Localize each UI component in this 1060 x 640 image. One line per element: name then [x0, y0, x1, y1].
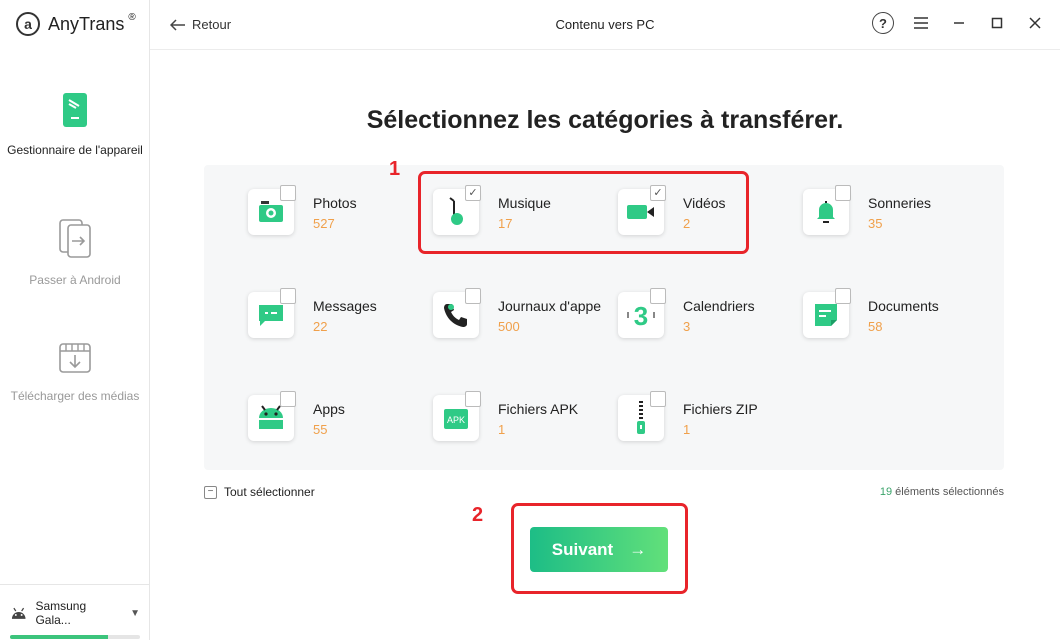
category-count: 58 — [868, 319, 883, 334]
category-count: 35 — [868, 216, 883, 231]
chevron-down-icon[interactable]: ▼ — [130, 608, 140, 619]
category-checkbox[interactable] — [465, 288, 481, 304]
annotation-number-1: 1 — [389, 158, 401, 180]
category-count: 527 — [313, 216, 335, 231]
category-name: Documents — [868, 298, 939, 314]
download-media-icon — [59, 343, 91, 373]
app-name: AnyTrans — [48, 13, 125, 34]
category-documents[interactable]: Documents 58 — [803, 288, 988, 352]
select-all-label: Tout sélectionner — [224, 485, 315, 499]
select-all-checkbox[interactable]: − — [204, 485, 217, 499]
category-name: Journaux d'appels — [498, 298, 601, 314]
category-apk-files[interactable]: APK Fichiers APK 1 — [433, 391, 618, 455]
category-checkbox[interactable] — [280, 288, 296, 304]
close-icon[interactable] — [1024, 12, 1046, 34]
android-device-icon — [11, 607, 26, 619]
phone-manager-icon — [63, 93, 87, 127]
category-count: 55 — [313, 422, 328, 437]
svg-text:APK: APK — [447, 415, 465, 425]
category-call-logs[interactable]: Journaux d'appels 500 — [433, 288, 618, 352]
top-bar: Retour Contenu vers PC ? — [150, 0, 1060, 50]
category-checkbox[interactable] — [835, 185, 851, 201]
device-storage-bar — [10, 635, 140, 639]
category-count: 1 — [498, 422, 506, 437]
svg-text:3: 3 — [634, 301, 648, 329]
category-name: Messages — [313, 298, 377, 314]
category-zip-files[interactable]: Fichiers ZIP 1 — [618, 391, 803, 455]
category-checkbox[interactable] — [650, 288, 666, 304]
device-storage-fill — [10, 635, 108, 639]
category-apps[interactable]: Apps 55 — [248, 391, 433, 455]
sidebar: a AnyTrans ® Gestionnaire de l'appareil … — [0, 0, 150, 640]
category-count: 500 — [498, 319, 520, 334]
category-name: Photos — [313, 195, 357, 211]
category-count: 22 — [313, 319, 328, 334]
registered-mark: ® — [128, 11, 136, 23]
sidebar-item-device-manager[interactable]: Gestionnaire de l'appareil — [0, 92, 150, 157]
category-name: Apps — [313, 401, 345, 417]
app-logo: a AnyTrans ® — [16, 12, 140, 36]
sidebar-item-label: Gestionnaire de l'appareil — [7, 143, 143, 157]
category-checkbox[interactable] — [280, 185, 296, 201]
selected-count-label: éléments sélectionnés — [895, 486, 1004, 498]
maximize-icon[interactable] — [986, 12, 1008, 34]
category-count: 3 — [683, 319, 691, 334]
menu-icon[interactable] — [910, 12, 932, 34]
device-name: Samsung Gala... — [35, 599, 87, 627]
category-name: Sonneries — [868, 195, 932, 211]
selected-count: 19 éléments sélectionnés — [880, 486, 1004, 498]
sidebar-item-label: Passer à Android — [29, 273, 121, 287]
selected-count-number: 19 — [879, 486, 893, 498]
device-selector[interactable]: Samsung Gala... ▼ — [0, 584, 150, 640]
page-headline: Sélectionnez les catégories à transférer… — [366, 106, 844, 134]
category-photos[interactable]: Photos 527 — [248, 185, 433, 249]
highlight-box-next-button — [511, 503, 688, 594]
category-name: Calendriers — [683, 298, 755, 314]
category-ringtones[interactable]: Sonneries 35 — [803, 185, 988, 249]
sidebar-item-download-media[interactable]: Télécharger des médias — [0, 342, 150, 403]
sidebar-item-switch-android[interactable]: Passer à Android — [0, 218, 150, 287]
category-name: Fichiers ZIP — [683, 401, 758, 417]
category-messages[interactable]: Messages 22 — [248, 288, 433, 352]
category-count: 1 — [683, 422, 691, 437]
help-icon[interactable]: ? — [872, 12, 894, 34]
category-checkbox[interactable] — [835, 288, 851, 304]
minimize-icon[interactable] — [948, 12, 970, 34]
category-checkbox[interactable] — [650, 391, 666, 407]
category-calendars[interactable]: 3 Calendriers 3 — [618, 288, 803, 352]
switch-phone-icon — [59, 219, 91, 258]
select-all-toggle[interactable]: − Tout sélectionner — [204, 485, 315, 499]
highlight-box-selected-categories — [418, 171, 749, 254]
category-checkbox[interactable] — [280, 391, 296, 407]
category-name: Fichiers APK — [498, 401, 579, 417]
annotation-number-2: 2 — [472, 504, 484, 526]
anytrans-logo-icon: a — [16, 12, 40, 36]
sidebar-item-label: Télécharger des médias — [10, 389, 140, 403]
category-checkbox[interactable] — [465, 391, 481, 407]
window-controls: ? — [872, 12, 1046, 34]
